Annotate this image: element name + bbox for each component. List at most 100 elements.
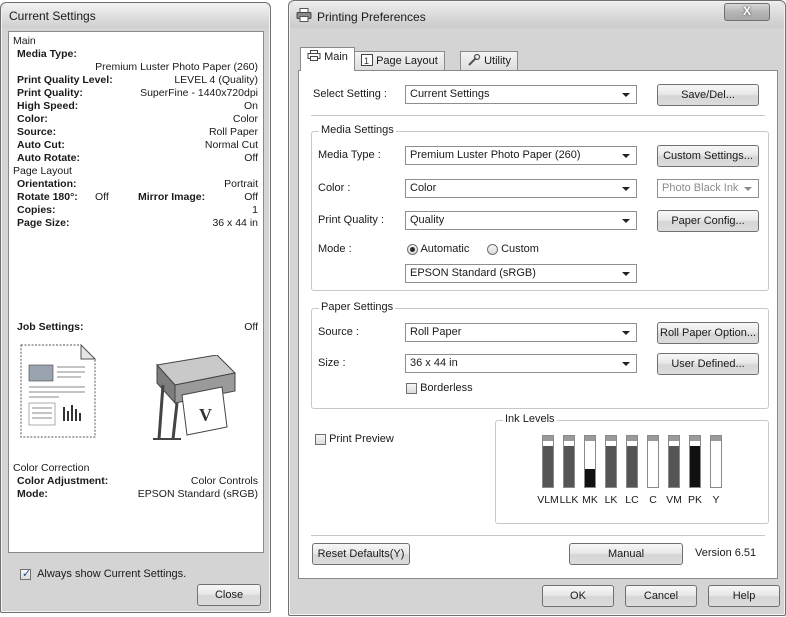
borderless-checkbox[interactable] xyxy=(406,382,417,394)
black-ink-dropdown: Photo Black Ink xyxy=(657,179,759,198)
ink-bar-lk xyxy=(605,435,617,488)
summary-key: Print Quality: xyxy=(17,87,83,99)
reset-defaults-button[interactable]: Reset Defaults(Y) xyxy=(312,543,410,565)
borderless-option[interactable]: Borderless xyxy=(406,382,473,394)
ink-bar-cap xyxy=(627,436,637,441)
roll-paper-option-button[interactable]: Roll Paper Option... xyxy=(657,322,759,344)
cancel-button[interactable]: Cancel xyxy=(625,585,697,607)
copies-label: Copies: xyxy=(17,204,56,216)
print-preview-option[interactable]: Print Preview xyxy=(315,433,394,445)
ink-bar-cap xyxy=(669,436,679,441)
mode-automatic-radio[interactable] xyxy=(407,243,418,255)
window-title: Printing Preferences xyxy=(317,10,426,24)
section-main: Main xyxy=(13,35,36,47)
ink-bar-c xyxy=(647,435,659,488)
paper-config-button[interactable]: Paper Config... xyxy=(657,210,759,232)
color-mode-dropdown[interactable]: EPSON Standard (sRGB) xyxy=(405,264,637,283)
summary-row: Print Quality Level: LEVEL 4 (Quality) xyxy=(13,74,258,87)
orientation-value: Portrait xyxy=(224,178,258,190)
ink-bar-cap xyxy=(711,436,721,441)
divider xyxy=(311,115,765,116)
summary-row: Auto Cut: Normal Cut xyxy=(13,139,258,152)
summary-row: Auto Rotate: Off xyxy=(13,152,258,165)
always-show-checkbox-row[interactable]: Always show Current Settings. xyxy=(20,567,186,580)
ink-bar-llk xyxy=(563,435,575,488)
custom-settings-button[interactable]: Custom Settings... xyxy=(657,145,759,167)
mode-automatic-option[interactable]: Automatic xyxy=(407,243,469,255)
ink-bar-cap xyxy=(564,436,574,441)
source-dropdown[interactable]: Roll Paper xyxy=(405,323,637,342)
ok-button[interactable]: OK xyxy=(542,585,614,607)
page-size-label: Page Size: xyxy=(17,217,70,229)
print-quality-dropdown[interactable]: Quality xyxy=(405,211,637,230)
ink-bar-cap xyxy=(585,436,595,441)
summary-value: Roll Paper xyxy=(208,126,258,138)
document-preview-illustration xyxy=(20,343,97,438)
tab-utility-label: Utility xyxy=(484,55,511,67)
media-settings-title: Media Settings xyxy=(319,124,396,136)
summary-row: Print Quality: SuperFine - 1440x720dpi xyxy=(13,87,258,100)
window-title: Current Settings xyxy=(9,9,96,23)
tab-main[interactable]: Main xyxy=(300,47,355,71)
divider xyxy=(311,535,765,536)
printer-illustration: V xyxy=(153,355,237,440)
copies-value: 1 xyxy=(252,204,258,216)
ink-bar-vlm xyxy=(542,435,554,488)
select-setting-dropdown[interactable]: Current Settings xyxy=(405,85,637,104)
close-icon[interactable]: X xyxy=(724,3,770,21)
job-settings-value: Off xyxy=(244,321,258,333)
tab-page-layout[interactable]: 1 Page Layout xyxy=(354,51,445,70)
ink-bar-pk xyxy=(689,435,701,488)
summary-value: Normal Cut xyxy=(204,139,258,151)
size-dropdown[interactable]: 36 x 44 in xyxy=(405,354,637,373)
ink-bar-cap xyxy=(690,436,700,441)
mirror-value: Off xyxy=(244,191,258,203)
printing-preferences-window: Printing Preferences X Main 1 Page Layou… xyxy=(288,0,786,616)
user-defined-button[interactable]: User Defined... xyxy=(657,353,759,375)
mirror-label: Mirror Image: xyxy=(138,191,206,203)
svg-text:1: 1 xyxy=(364,56,369,66)
main-tab-panel: Select Setting : Current Settings Save/D… xyxy=(298,70,778,579)
mode-custom-label: Custom xyxy=(501,243,539,255)
summary-key: Source: xyxy=(17,126,57,138)
current-settings-titlebar[interactable]: Current Settings xyxy=(2,4,269,28)
save-del-button[interactable]: Save/Del... xyxy=(657,84,759,106)
mode-custom-option[interactable]: Custom xyxy=(487,243,539,255)
ink-bar-fill xyxy=(690,446,700,487)
printing-preferences-titlebar[interactable]: Printing Preferences X xyxy=(290,2,784,28)
orientation-label: Orientation: xyxy=(17,178,77,190)
ink-bar-fill xyxy=(585,469,595,487)
ink-bar-fill xyxy=(543,446,553,487)
mode-value: EPSON Standard (sRGB) xyxy=(137,488,258,500)
ink-bar-cap xyxy=(648,436,658,441)
ink-bar-fill xyxy=(627,446,637,487)
tab-utility[interactable]: Utility xyxy=(460,51,518,70)
ink-bar-fill xyxy=(564,446,574,487)
printer-icon xyxy=(296,8,312,22)
wrench-icon xyxy=(468,53,481,66)
color-dropdown[interactable]: Color xyxy=(405,179,637,198)
print-preview-checkbox[interactable] xyxy=(315,433,326,445)
job-settings-label: Job Settings: xyxy=(17,321,84,333)
summary-value: On xyxy=(243,100,258,112)
select-setting-label: Select Setting : xyxy=(313,88,387,100)
close-button[interactable]: Close xyxy=(197,584,261,606)
ink-bar-cap xyxy=(543,436,553,441)
size-label: Size : xyxy=(318,357,346,369)
ink-bar-fill xyxy=(669,446,679,487)
page-size-value: 36 x 44 in xyxy=(212,217,258,229)
media-type-dropdown[interactable]: Premium Luster Photo Paper (260) xyxy=(405,146,637,165)
manual-button[interactable]: Manual xyxy=(569,543,683,565)
color-adjustment-label: Color Adjustment: xyxy=(17,475,109,487)
always-show-checkbox[interactable] xyxy=(20,567,31,580)
rotate-label: Rotate 180°: xyxy=(17,191,78,203)
ink-label-y: Y xyxy=(712,494,720,506)
printer-icon xyxy=(307,50,321,61)
summary-key: Color: xyxy=(17,113,48,125)
ink-bar-vm xyxy=(668,435,680,488)
ink-bar-fill xyxy=(606,446,616,487)
help-button[interactable]: Help xyxy=(708,585,780,607)
media-type-label: Media Type: xyxy=(17,48,77,60)
mode-custom-radio[interactable] xyxy=(487,243,498,255)
print-preview-label: Print Preview xyxy=(329,433,394,445)
